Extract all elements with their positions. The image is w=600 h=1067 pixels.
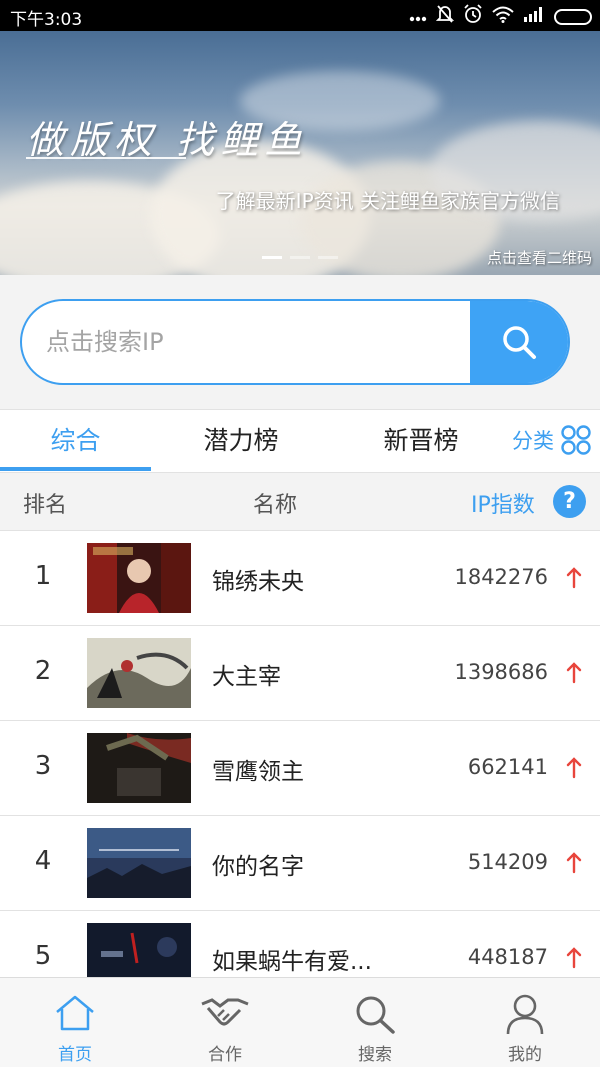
ip-title: 你的名字 [212,854,304,880]
tab-overall[interactable]: 综合 [0,410,151,472]
search-area [0,275,600,409]
carousel-dot[interactable] [262,256,282,259]
ip-thumbnail [87,638,191,708]
carousel-dot[interactable] [318,256,338,259]
ip-thumbnail [87,733,191,803]
ip-title: 雪鹰领主 [212,759,304,785]
signal-icon [523,6,545,27]
home-icon [53,994,97,1036]
wifi-icon [492,6,514,28]
search-button[interactable] [470,301,568,383]
qr-code-link[interactable]: 点击查看二维码 [487,247,592,268]
list-header: 排名 名称 IP指数 ? [0,473,600,531]
search-box[interactable] [20,299,570,385]
category-button[interactable]: 分类 [512,424,592,456]
status-time: 下午3:03 [10,10,83,30]
slogan-underline [26,157,186,159]
trend-up-icon [566,567,582,589]
category-label: 分类 [512,429,554,453]
trend-up-icon [566,852,582,874]
trend-up-icon [566,662,582,684]
bottom-nav: 首页 合作 搜索 我的 [0,977,600,1067]
promo-banner[interactable]: 做版权 找鲤鱼 了解最新IP资讯 关注鲤鱼家族官方微信 点击查看二维码 [0,31,600,275]
carousel-dot[interactable] [290,256,310,259]
ranking-row[interactable]: 4 你的名字 514209 [0,816,600,911]
nav-search[interactable]: 搜索 [300,978,450,1067]
rank-number: 2 [34,656,52,686]
ip-thumbnail [87,543,191,613]
ip-title: 大主宰 [212,664,281,690]
ranking-tabs: 综合 潜力榜 新晋榜 分类 [0,409,600,473]
trend-up-icon [566,947,582,969]
ip-score: 448187 [467,945,548,969]
nav-label: 合作 [208,1045,242,1065]
grid-icon [561,425,591,455]
search-icon [503,326,536,359]
nav-cooperation[interactable]: 合作 [150,978,300,1067]
nav-profile[interactable]: 我的 [450,978,600,1067]
ranking-row[interactable]: 5 如果蜗牛有爱... 448187 [0,911,600,977]
nav-label: 首页 [58,1045,92,1065]
header-name: 名称 [253,493,298,518]
ip-score: 1842276 [454,565,548,589]
battery-icon [554,8,592,25]
nav-home[interactable]: 首页 [0,978,150,1067]
ip-title: 锦绣未央 [212,569,304,595]
ranking-row[interactable]: 1 锦绣未央 1842276 [0,531,600,626]
status-icons [409,4,592,29]
header-ip-index[interactable]: IP指数 [471,487,535,519]
tab-potential[interactable]: 潜力榜 [166,410,316,472]
ranking-row[interactable]: 2 大主宰 1398686 [0,626,600,721]
ranking-list: 1 锦绣未央 1842276 2 大主宰 1398686 3 雪鹰领主 6621… [0,531,600,977]
user-icon [505,994,545,1040]
tab-underline [0,467,151,471]
search-icon [353,994,397,1038]
ip-thumbnail [87,923,191,977]
ip-score: 1398686 [454,660,548,684]
search-input[interactable] [46,301,466,383]
ip-title: 如果蜗牛有爱... [212,949,372,975]
tab-new[interactable]: 新晋榜 [346,410,496,472]
trend-up-icon [566,757,582,779]
help-icon[interactable]: ? [553,485,586,518]
mute-icon [435,4,455,29]
banner-subtitle: 了解最新IP资讯 关注鲤鱼家族官方微信 [215,189,560,213]
ip-score: 514209 [467,850,548,874]
nav-label: 我的 [508,1045,542,1065]
status-bar: 下午3:03 [0,0,600,31]
rank-number: 3 [34,751,52,781]
carousel-indicator [262,256,338,259]
ranking-row[interactable]: 3 雪鹰领主 662141 [0,721,600,816]
rank-number: 5 [34,941,52,971]
ip-score: 662141 [467,755,548,779]
alarm-icon [463,4,483,29]
handshake-icon [200,994,250,1036]
nav-label: 搜索 [358,1045,392,1065]
ip-thumbnail [87,828,191,898]
header-rank: 排名 [23,493,68,518]
more-dots-icon [409,7,427,27]
rank-number: 4 [34,846,52,876]
banner-slogan: 做版权 找鲤鱼 [26,118,309,162]
rank-number: 1 [34,561,52,591]
